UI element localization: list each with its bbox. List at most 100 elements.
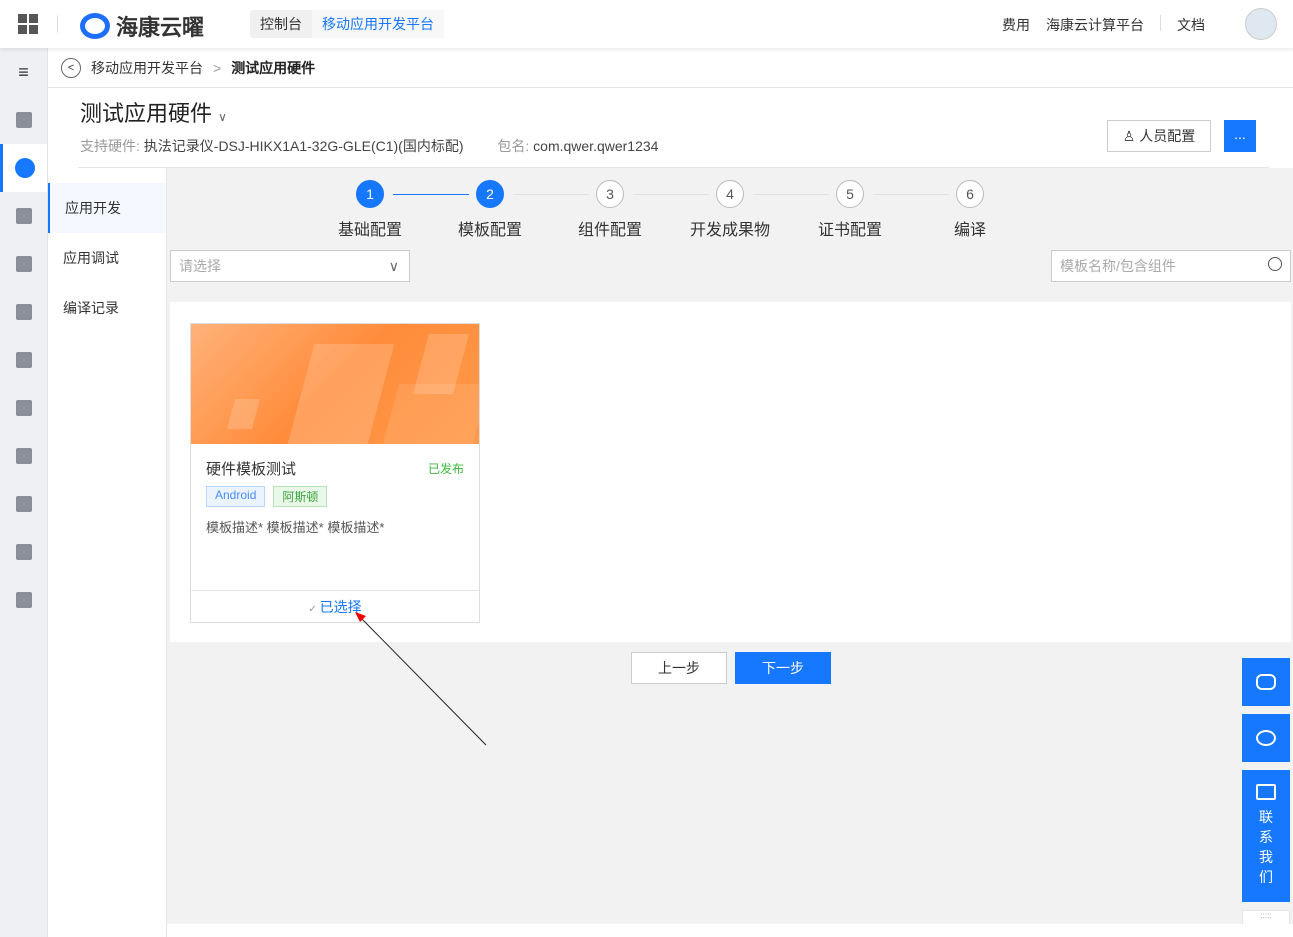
step-label: 证书配置 (817, 222, 882, 239)
logo-icon (80, 13, 110, 39)
chevron-down-icon[interactable]: ∨ (218, 110, 227, 124)
subnav-app-debug[interactable]: 应用调试 (48, 233, 166, 283)
step-label: 开发成果物 (689, 222, 770, 239)
step-number: 1 (356, 180, 384, 208)
step-label: 组件配置 (577, 222, 642, 239)
step-label: 模板配置 (457, 222, 522, 239)
contact-char: 系 (1259, 829, 1273, 845)
step-label: 基础配置 (337, 222, 402, 239)
hardware-label: 支持硬件: (80, 138, 140, 154)
back-icon[interactable]: < (61, 57, 81, 78)
plugin-icon[interactable] (0, 192, 47, 240)
package-value: com.qwer.qwer1234 (533, 138, 659, 154)
link-fees[interactable]: 费用 (1002, 15, 1030, 35)
step-1[interactable]: 1 基础配置 (310, 180, 430, 240)
tag-android: Android (206, 486, 266, 507)
chevron-down-icon: ∨ (388, 258, 399, 274)
wechat-button[interactable] (1242, 658, 1290, 706)
toolbox-icon[interactable] (0, 528, 47, 576)
page-header: 测试应用硬件 ∨ 支持硬件: 执法记录仪-DSJ-HIKX1A1-32G-GLE… (48, 88, 1293, 168)
template-search-input[interactable]: 模板名称/包含组件 (1051, 250, 1291, 282)
breadcrumb-chevron-icon: > (213, 59, 222, 76)
crumb-mobile-platform[interactable]: 移动应用开发平台 (312, 10, 444, 38)
step-number: 5 (836, 180, 864, 208)
avatar[interactable] (1245, 8, 1277, 40)
sub-nav: 应用开发 应用调试 编译记录 (48, 168, 167, 937)
subnav-app-dev[interactable]: 应用开发 (48, 183, 166, 233)
template-title: 硬件模板测试 (206, 461, 297, 478)
icon-sidebar: ≡ (0, 48, 48, 937)
step-5[interactable]: 5 证书配置 (790, 180, 910, 240)
breadcrumb-current: 测试应用硬件 (231, 59, 316, 76)
contact-us-button[interactable]: 联 系 我 们 (1242, 770, 1290, 902)
layout-icon[interactable] (0, 336, 47, 384)
search-icon[interactable] (1268, 257, 1282, 271)
support-button[interactable] (1242, 714, 1290, 762)
template-select[interactable]: 请选择 ∨ (170, 250, 410, 282)
breadcrumb: < 移动应用开发平台 > 测试应用硬件 (48, 48, 1293, 88)
app-dev-icon[interactable] (0, 144, 47, 192)
step-3[interactable]: 3 组件配置 (550, 180, 670, 240)
step-number: 2 (476, 180, 504, 208)
wechat-icon (1256, 674, 1276, 690)
step-4[interactable]: 4 开发成果物 (670, 180, 790, 240)
divider (57, 15, 58, 33)
people-config-button[interactable]: ♙ 人员配置 (1107, 120, 1211, 152)
package-label: 包名: (497, 138, 530, 154)
step-number: 4 (716, 180, 744, 208)
package-icon[interactable] (0, 240, 47, 288)
subnav-build-log[interactable]: 编译记录 (48, 283, 166, 333)
copy-icon[interactable] (0, 432, 47, 480)
chat-icon (1256, 784, 1276, 800)
tag-list: Android 阿斯顿 (206, 486, 328, 507)
menu-toggle-icon[interactable]: ≡ (0, 48, 47, 96)
app-meta: 支持硬件: 执法记录仪-DSJ-HIKX1A1-32G-GLE(C1)(国内标配… (80, 136, 688, 156)
step-label: 编译 (953, 222, 986, 239)
step-number: 3 (596, 180, 624, 208)
select-placeholder: 请选择 (179, 258, 221, 274)
crumb-console[interactable]: 控制台 (250, 10, 312, 38)
dashboard-icon[interactable] (0, 96, 47, 144)
store-icon[interactable] (0, 288, 47, 336)
status-badge: 已发布 (427, 462, 464, 476)
divider (1160, 15, 1161, 31)
page-title[interactable]: 测试应用硬件 ∨ (80, 96, 227, 128)
checklist-icon[interactable] (0, 480, 47, 528)
breadcrumb-parent[interactable]: 移动应用开发平台 (91, 58, 203, 78)
search-placeholder: 模板名称/包含组件 (1060, 258, 1176, 274)
contact-char: 我 (1259, 849, 1273, 865)
top-crumbs: 控制台 移动应用开发平台 (250, 10, 444, 38)
template-panel: 硬件模板测试 已发布 Android 阿斯顿 模板描述* 模板描述* 模板描述*… (170, 302, 1291, 642)
contact-char: 联 (1259, 809, 1273, 825)
step-number: 6 (956, 180, 984, 208)
stepper: 1 基础配置 2 模板配置 3 组件配置 4 开发成果物 5 证书配置 6 编译 (310, 180, 1030, 240)
link-cloud-platform[interactable]: 海康云计算平台 (1046, 15, 1144, 35)
tag: 阿斯顿 (273, 486, 328, 507)
brand-name: 海康云曜 (116, 15, 205, 40)
more-button[interactable]: ... (1224, 120, 1256, 152)
headset-icon (1256, 730, 1276, 746)
hardware-value: 执法记录仪-DSJ-HIKX1A1-32G-GLE(C1)(国内标配) (143, 138, 464, 154)
template-cover-image (191, 324, 479, 444)
select-template-button[interactable]: ✓ 已选择 (191, 590, 479, 622)
prev-step-button[interactable]: 上一步 (631, 652, 727, 684)
selected-label: 已选择 (319, 599, 362, 615)
next-step-button[interactable]: 下一步 (735, 652, 831, 684)
contact-char: 们 (1259, 869, 1273, 885)
template-description: 模板描述* 模板描述* 模板描述* (206, 520, 385, 535)
link-docs[interactable]: 文档 (1177, 15, 1205, 35)
document-icon[interactable] (0, 576, 47, 624)
check-icon: ✓ (308, 604, 320, 615)
page-title-text: 测试应用硬件 (80, 101, 213, 126)
footer-bar (167, 924, 1293, 937)
top-links: 费用 海康云计算平台 文档 (1002, 15, 1205, 35)
step-6[interactable]: 6 编译 (910, 180, 1030, 240)
logo[interactable]: 海康云曜 (80, 10, 204, 42)
people-config-label: 人员配置 (1139, 128, 1196, 144)
divider (78, 167, 1269, 168)
top-bar: 海康云曜 控制台 移动应用开发平台 费用 海康云计算平台 文档 (0, 0, 1293, 48)
network-icon[interactable] (0, 384, 47, 432)
step-2[interactable]: 2 模板配置 (430, 180, 550, 240)
apps-grid-icon[interactable] (18, 14, 38, 34)
template-card[interactable]: 硬件模板测试 已发布 Android 阿斯顿 模板描述* 模板描述* 模板描述*… (190, 323, 480, 623)
